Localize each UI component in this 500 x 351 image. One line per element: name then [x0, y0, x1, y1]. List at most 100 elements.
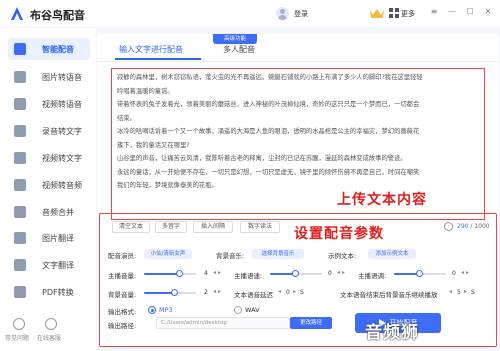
sidebar-item-label: 视频转文字: [42, 154, 82, 163]
main-volume-label: 主播音量:: [108, 272, 137, 280]
slider-knob[interactable]: [416, 270, 423, 277]
more-menu[interactable]: 更多: [401, 9, 415, 19]
char-count-max: / 1000: [470, 223, 490, 230]
merge-icon: [14, 206, 26, 218]
bg-volume-slider[interactable]: [144, 289, 196, 296]
watermark-logo: 音频狮: [365, 323, 419, 343]
voice-select[interactable]: 小仙/清新女声: [144, 249, 192, 259]
sidebar-item-label: 智能配音: [42, 45, 74, 54]
settings-panel: 清空文本 多音字 插入间隔 数字读法 设置配音参数 290 / 1000 配音演…: [99, 213, 497, 347]
text-line: 山谷里的声音，让痛苦云风清，我陈听着古老的释寓，尘封的已记在苏醒，漫延的森林变成…: [117, 155, 407, 162]
format-mp3-radio[interactable]: [148, 306, 156, 314]
image-translate-icon: [14, 232, 26, 244]
vip-crown-icon[interactable]: [369, 7, 385, 19]
format-wav-radio[interactable]: [234, 306, 242, 314]
sidebar-item-audio-merge[interactable]: 音频合并: [8, 201, 90, 223]
slider-knob[interactable]: [176, 270, 184, 277]
change-path-button[interactable]: 更改路径: [290, 317, 332, 329]
sidebar-item-label: 图片转语音: [42, 73, 82, 82]
user-avatar-icon[interactable]: [276, 7, 289, 20]
sidebar-item-label: 视频转音频: [42, 181, 82, 190]
sidebar-item-video-to-text[interactable]: 视频转文字: [8, 147, 90, 169]
slider-fill: [144, 273, 181, 275]
tab-divider: [97, 61, 499, 62]
settings-menu-icon[interactable]: ≡: [428, 6, 440, 18]
video-icon: [14, 98, 26, 110]
text-input-area[interactable]: 寂静的森林里，树木窃窃私语，萤火虫的光不再遥远。蜿蜒石铺就的小路上布满了多少人的…: [111, 68, 485, 220]
main-speed-slider[interactable]: [270, 270, 322, 277]
record-icon: [14, 125, 26, 137]
maximize-icon[interactable]: ☐: [464, 6, 476, 18]
mic-icon: [14, 43, 26, 55]
text-line: 簇下，我的童话又在哪里?: [117, 141, 190, 149]
bg-volume-stepper[interactable]: ◂ ▸: [213, 288, 221, 295]
sample-select[interactable]: 添加示例文本: [368, 249, 416, 259]
app-window: 布谷鸟配音 登录 更多 ≡ — ☐ ✕ 智能配音 图片转语音 视频转语音 录音转…: [0, 0, 500, 351]
image-icon: [14, 71, 26, 83]
text-line: 冰冷的啥嘀话诉着一个又一个故事，涌遥的大海是人鱼的眼泪，透明的水晶棺是公主的幸福…: [117, 128, 420, 135]
minimize-icon[interactable]: —: [446, 6, 458, 18]
sidebar: 智能配音 图片转语音 视频转语音 录音转文字 视频转文字 视频转音频 音频合并: [0, 28, 96, 351]
login-link[interactable]: 登录: [294, 9, 308, 19]
bg-volume-label: 背景音量:: [108, 291, 137, 299]
bg-tail-stepper-left[interactable]: ◂: [449, 288, 452, 295]
main-pitch-slider[interactable]: [394, 270, 446, 277]
main-pitch-label: 主播语调:: [358, 272, 387, 280]
video-text-icon: [14, 152, 26, 164]
sidebar-item-pdf-convert[interactable]: PDF转换: [8, 281, 90, 303]
voice-label: 配音演员:: [108, 252, 137, 260]
main-volume-slider[interactable]: [144, 270, 196, 277]
delay-value: 0: [286, 289, 290, 296]
sidebar-item-label: 视频转语音: [42, 100, 82, 109]
history-icon[interactable]: [444, 222, 453, 231]
main-pitch-stepper[interactable]: ◂ ▸: [461, 269, 469, 276]
path-label: 输出路径:: [108, 322, 137, 330]
main-pitch-value: 0: [452, 270, 456, 277]
sidebar-item-label: 音频合并: [42, 208, 74, 217]
headset-icon[interactable]: [45, 318, 57, 330]
text-line: 吟唱着温暖的童谣。: [117, 87, 174, 95]
app-logo-icon: [11, 7, 23, 20]
bg-tail-stepper-right[interactable]: ▸: [464, 288, 467, 295]
sidebar-item-label: 图片翻译: [42, 234, 74, 243]
settings-annotation: 设置配音参数: [294, 226, 384, 242]
bg-tail-unit: S: [471, 289, 475, 296]
sidebar-item-image-to-speech[interactable]: 图片转语音: [8, 66, 90, 88]
tab-multi-dubbing[interactable]: 多人配音: [223, 42, 255, 58]
bgm-select[interactable]: 选择背景音乐: [252, 249, 304, 259]
slider-knob[interactable]: [292, 270, 299, 277]
insert-pause-button[interactable]: 插入间隔: [193, 221, 233, 233]
main-volume-stepper[interactable]: ◂ ▸: [213, 269, 221, 276]
delay-stepper-right[interactable]: ▸: [293, 288, 296, 295]
bg-volume-value: 2: [204, 289, 208, 296]
sidebar-item-smart-dubbing[interactable]: 智能配音: [8, 38, 90, 60]
sidebar-item-text-translate[interactable]: 文字翻译: [8, 254, 90, 276]
sidebar-item-label: 录音转文字: [42, 127, 82, 136]
char-count-current: 290: [457, 223, 469, 230]
video-audio-icon: [14, 179, 26, 191]
delay-unit: S: [300, 289, 304, 296]
format-label: 输出格式:: [108, 308, 137, 316]
main-volume-value: 4: [204, 270, 208, 277]
close-icon[interactable]: ✕: [482, 6, 494, 18]
main-speed-label: 主播语速:: [234, 272, 263, 280]
number-reading-button[interactable]: 数字读法: [240, 221, 280, 233]
help-icon[interactable]: [13, 318, 25, 330]
sidebar-item-record-to-text[interactable]: 录音转文字: [8, 120, 90, 142]
faq-link[interactable]: 常见问题: [5, 333, 29, 342]
slider-knob[interactable]: [171, 289, 179, 296]
delay-stepper-left[interactable]: ◂: [278, 288, 281, 295]
sidebar-item-video-to-speech[interactable]: 视频转语音: [8, 93, 90, 115]
tab-text-dubbing[interactable]: 输入文字进行配音: [119, 42, 183, 58]
more-grid-icon[interactable]: [389, 8, 399, 18]
output-path-input[interactable]: C:/Users/admin/desktop: [156, 317, 290, 329]
char-counter: 290 / 1000: [457, 223, 490, 230]
clear-text-button[interactable]: 清空文本: [112, 221, 150, 233]
polyphone-button[interactable]: 多音字: [155, 221, 187, 233]
sidebar-item-image-translate[interactable]: 图片翻译: [8, 227, 90, 249]
upload-annotation: 上传文本内容: [337, 192, 427, 208]
sidebar-item-video-to-audio[interactable]: 视频转音频: [8, 174, 90, 196]
main-speed-stepper[interactable]: ◂ ▸: [337, 269, 345, 276]
main-panel: 输入文字进行配音 多人配音 高级功能 寂静的森林里，树木窃窃私语，萤火虫的光不再…: [97, 34, 499, 348]
online-service-link[interactable]: 在线客服: [37, 333, 61, 342]
